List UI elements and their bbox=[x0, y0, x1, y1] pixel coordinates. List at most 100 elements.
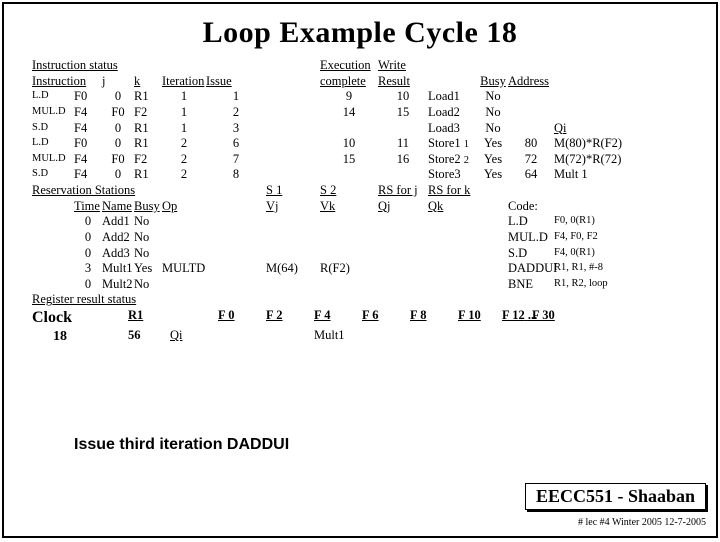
hdr-instr-status: Instruction status bbox=[32, 58, 266, 74]
code-hdr: Code: bbox=[508, 199, 600, 215]
r1-val: 56 bbox=[128, 328, 170, 346]
hdr-qk: Qk bbox=[428, 199, 478, 215]
exec: 14 bbox=[320, 105, 378, 121]
hdr-j: j bbox=[102, 74, 134, 90]
hdr-rsk: RS for k bbox=[428, 183, 478, 199]
j: 0 bbox=[102, 136, 134, 152]
busy: Yes bbox=[478, 136, 508, 152]
k: F2 bbox=[134, 105, 162, 121]
rt: 0 bbox=[74, 246, 102, 262]
op: MUL.D bbox=[32, 152, 74, 168]
iss: 3 bbox=[206, 121, 266, 137]
slide-title: Loop Example Cycle 18 bbox=[4, 4, 716, 58]
rb: No bbox=[134, 277, 162, 293]
rop: MULTD bbox=[162, 261, 206, 277]
it: 2 bbox=[162, 136, 206, 152]
rb: No bbox=[134, 214, 162, 230]
iss: 8 bbox=[206, 167, 266, 183]
fu: Load1 bbox=[428, 89, 478, 105]
reg-f6: F 6 bbox=[362, 308, 410, 328]
clock-val: 18 bbox=[32, 328, 88, 346]
fu: Store2 2 bbox=[428, 152, 478, 168]
qi-label: Qi bbox=[170, 328, 218, 346]
lecture-meta: # lec #4 Winter 2005 12-7-2005 bbox=[578, 517, 706, 528]
busy: No bbox=[478, 89, 508, 105]
j: 0 bbox=[102, 89, 134, 105]
hdr-vj: Vj bbox=[266, 199, 320, 215]
course-footer: EECC551 - Shaaban bbox=[525, 483, 706, 510]
rt: 0 bbox=[74, 277, 102, 293]
j: 0 bbox=[102, 167, 134, 183]
hdr-complete: complete bbox=[320, 74, 378, 90]
rn: Mult2 bbox=[102, 277, 134, 293]
code-op: L.D bbox=[508, 214, 554, 230]
fu: Load2 bbox=[428, 105, 478, 121]
code-op: S.D bbox=[508, 246, 554, 262]
hdr-issue: Issue bbox=[206, 74, 266, 90]
exec: 15 bbox=[320, 152, 378, 168]
reg: F0 bbox=[74, 89, 102, 105]
k: R1 bbox=[134, 136, 162, 152]
issue-note: Issue third iteration DADDUI bbox=[74, 436, 289, 454]
hdr-s1: S 1 bbox=[266, 183, 320, 199]
rt: 0 bbox=[74, 214, 102, 230]
clock-label: Clock bbox=[32, 308, 88, 328]
iss: 2 bbox=[206, 105, 266, 121]
rb: No bbox=[134, 246, 162, 262]
qi-hdr: Qi bbox=[554, 121, 600, 137]
rn: Add2 bbox=[102, 230, 134, 246]
note: M(72)*R(72) bbox=[554, 152, 600, 168]
reg: F4 bbox=[74, 152, 102, 168]
wr: 15 bbox=[378, 105, 428, 121]
reg-f0: F 0 bbox=[218, 308, 266, 328]
fu: Load3 bbox=[428, 121, 478, 137]
rvk: R(F2) bbox=[320, 261, 378, 277]
reg-f4: F 4 bbox=[314, 308, 362, 328]
it: 1 bbox=[162, 105, 206, 121]
wr: 11 bbox=[378, 136, 428, 152]
it: 2 bbox=[162, 167, 206, 183]
r1-label: R1 bbox=[128, 308, 170, 328]
hdr-iteration: Iteration bbox=[162, 74, 206, 90]
it: 1 bbox=[162, 121, 206, 137]
k: R1 bbox=[134, 121, 162, 137]
reg-f12: F 12 ... bbox=[502, 308, 532, 328]
busy: Yes bbox=[478, 167, 508, 183]
addr: 64 bbox=[508, 167, 554, 183]
it: 2 bbox=[162, 152, 206, 168]
rt: 0 bbox=[74, 230, 102, 246]
reg: F4 bbox=[74, 167, 102, 183]
busy: No bbox=[478, 121, 508, 137]
reg: F0 bbox=[74, 136, 102, 152]
hdr-res-stations: Reservation Stations bbox=[32, 183, 162, 199]
hdr-result: Result bbox=[378, 74, 428, 90]
hdr-qj: Qj bbox=[378, 199, 428, 215]
reg-f2: F 2 bbox=[266, 308, 314, 328]
rb: Yes bbox=[134, 261, 162, 277]
busy: Yes bbox=[478, 152, 508, 168]
reg-f30: F 30 bbox=[532, 308, 580, 328]
iss: 6 bbox=[206, 136, 266, 152]
reg-f4-val: Mult1 bbox=[314, 328, 362, 346]
fu: Store1 1 bbox=[428, 136, 478, 152]
j: F0 bbox=[102, 152, 134, 168]
k: R1 bbox=[134, 89, 162, 105]
op: S.D bbox=[32, 167, 74, 183]
wr: 10 bbox=[378, 89, 428, 105]
reg-f8: F 8 bbox=[410, 308, 458, 328]
code-args: F4, F0, F2 bbox=[554, 230, 600, 246]
k: R1 bbox=[134, 167, 162, 183]
hdr-exec: Execution bbox=[320, 58, 378, 74]
hdr-s2: S 2 bbox=[320, 183, 378, 199]
it: 1 bbox=[162, 89, 206, 105]
exec: 10 bbox=[320, 136, 378, 152]
status-table: Instruction status Execution Write Instr… bbox=[32, 58, 692, 308]
addr: 72 bbox=[508, 152, 554, 168]
j: F0 bbox=[102, 105, 134, 121]
rvj: M(64) bbox=[266, 261, 320, 277]
hdr-write: Write bbox=[378, 58, 428, 74]
hdr-instruction: Instruction bbox=[32, 74, 102, 90]
busy: No bbox=[478, 105, 508, 121]
hdr-time: Time bbox=[74, 199, 102, 215]
wr: 16 bbox=[378, 152, 428, 168]
